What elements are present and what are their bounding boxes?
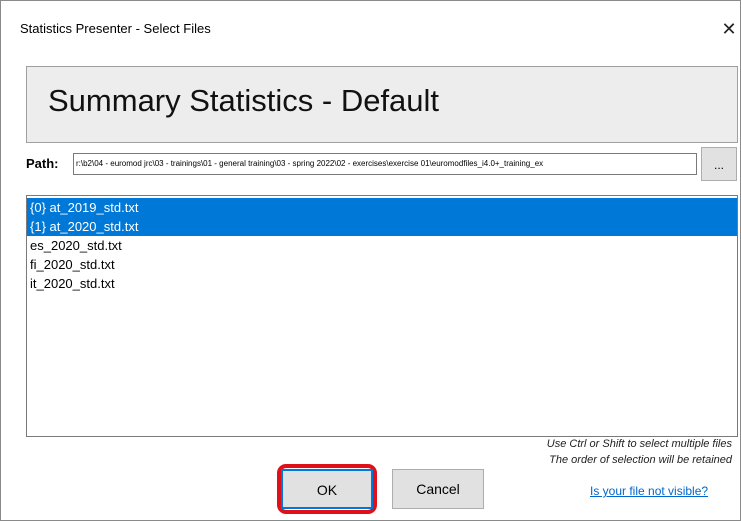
header-title: Summary Statistics - Default — [48, 83, 440, 118]
order-hint: The order of selection will be retained — [549, 454, 732, 466]
header-panel: Summary Statistics - Default — [26, 66, 738, 143]
window-title: Statistics Presenter - Select Files — [20, 21, 211, 36]
path-input[interactable]: r:\b2\04 - euromod jrc\03 - trainings\01… — [73, 153, 697, 175]
list-item[interactable]: it_2020_std.txt — [27, 274, 737, 293]
file-list[interactable]: {0} at_2019_std.txt {1} at_2020_std.txt … — [26, 195, 738, 437]
browse-button[interactable]: ... — [701, 147, 737, 181]
list-item[interactable]: {1} at_2020_std.txt — [27, 217, 737, 236]
file-not-visible-link[interactable]: Is your file not visible? — [590, 484, 708, 498]
list-item[interactable]: {0} at_2019_std.txt — [27, 198, 737, 217]
selection-hint: Use Ctrl or Shift to select multiple fil… — [546, 438, 732, 450]
ok-button[interactable]: OK — [281, 469, 373, 509]
list-item[interactable]: fi_2020_std.txt — [27, 255, 737, 274]
close-icon[interactable]: ✕ — [717, 15, 741, 43]
cancel-button[interactable]: Cancel — [392, 469, 484, 509]
title-bar: Statistics Presenter - Select Files ✕ — [1, 1, 740, 57]
path-label: Path: — [26, 156, 59, 171]
select-files-dialog: Statistics Presenter - Select Files ✕ Su… — [0, 0, 741, 521]
list-item[interactable]: es_2020_std.txt — [27, 236, 737, 255]
